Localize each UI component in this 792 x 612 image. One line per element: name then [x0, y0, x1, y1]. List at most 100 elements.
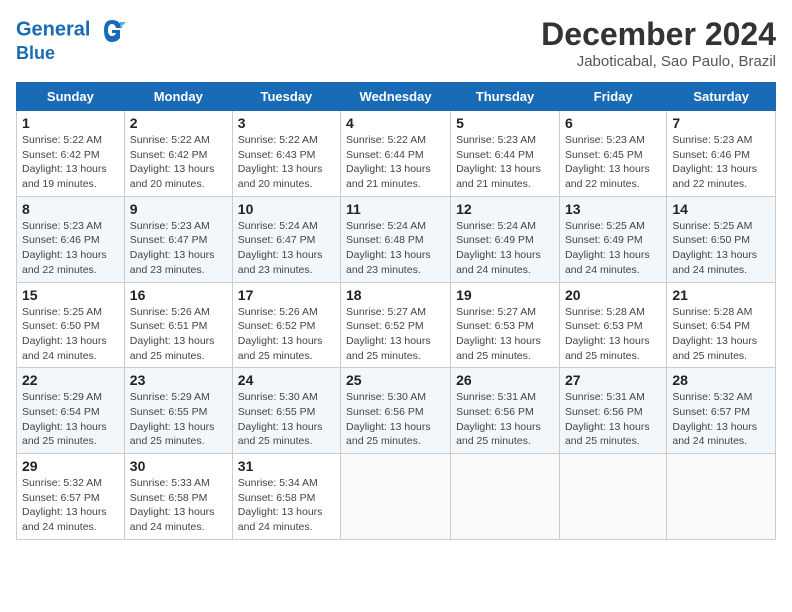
- calendar-table: SundayMondayTuesdayWednesdayThursdayFrid…: [16, 82, 776, 540]
- day-detail: Sunrise: 5:27 AM Sunset: 6:52 PM Dayligh…: [346, 305, 445, 364]
- calendar-cell: 14Sunrise: 5:25 AM Sunset: 6:50 PM Dayli…: [667, 196, 776, 282]
- day-detail: Sunrise: 5:34 AM Sunset: 6:58 PM Dayligh…: [238, 476, 335, 535]
- day-detail: Sunrise: 5:22 AM Sunset: 6:43 PM Dayligh…: [238, 133, 335, 192]
- day-detail: Sunrise: 5:25 AM Sunset: 6:49 PM Dayligh…: [565, 219, 661, 278]
- day-number: 26: [456, 372, 554, 388]
- logo-blue: Blue: [16, 43, 55, 63]
- calendar-cell: 11 Sunrise: 5:24 AM Sunset: 6:48 PM Dayli…: [341, 196, 451, 282]
- day-detail: Sunrise: 5:30 AM Sunset: 6:56 PM Dayligh…: [346, 390, 445, 449]
- calendar-header-row: SundayMondayTuesdayWednesdayThursdayFrid…: [17, 83, 776, 111]
- day-number: 6: [565, 115, 661, 131]
- day-detail: Sunrise: 5:23 AM Sunset: 6:44 PM Dayligh…: [456, 133, 554, 192]
- day-detail: Sunrise: 5:33 AM Sunset: 6:58 PM Dayligh…: [130, 476, 227, 535]
- page-header: General Blue December 2024 Jaboticabal, …: [16, 16, 776, 70]
- day-number: 13: [565, 201, 661, 217]
- day-number: 28: [672, 372, 770, 388]
- calendar-cell: 20 Sunrise: 5:28 AM Sunset: 6:53 PM Dayli…: [559, 282, 666, 368]
- logo-general: General: [16, 18, 90, 40]
- day-number: 27: [565, 372, 661, 388]
- calendar-cell: 8 Sunrise: 5:23 AM Sunset: 6:46 PM Daylig…: [17, 196, 125, 282]
- header-sunday: Sunday: [17, 83, 125, 111]
- day-detail: Sunrise: 5:32 AM Sunset: 6:57 PM Dayligh…: [22, 476, 119, 535]
- day-detail: Sunrise: 5:23 AM Sunset: 6:45 PM Dayligh…: [565, 133, 661, 192]
- calendar-cell: 18 Sunrise: 5:27 AM Sunset: 6:52 PM Dayli…: [341, 282, 451, 368]
- calendar-cell: 23 Sunrise: 5:29 AM Sunset: 6:55 PM Dayli…: [124, 368, 232, 454]
- day-detail: Sunrise: 5:27 AM Sunset: 6:53 PM Dayligh…: [456, 305, 554, 364]
- calendar-cell: 15 Sunrise: 5:25 AM Sunset: 6:50 PM Dayli…: [17, 282, 125, 368]
- day-detail: Sunrise: 5:28 AM Sunset: 6:54 PM Dayligh…: [672, 305, 770, 364]
- week-row-3: 15 Sunrise: 5:25 AM Sunset: 6:50 PM Dayli…: [17, 282, 776, 368]
- day-number: 24: [238, 372, 335, 388]
- day-number: 30: [130, 458, 227, 474]
- calendar-cell: 29 Sunrise: 5:32 AM Sunset: 6:57 PM Dayli…: [17, 454, 125, 540]
- calendar-cell: [559, 454, 666, 540]
- calendar-cell: 31 Sunrise: 5:34 AM Sunset: 6:58 PM Dayli…: [232, 454, 340, 540]
- calendar-cell: 12Sunrise: 5:24 AM Sunset: 6:49 PM Dayli…: [451, 196, 560, 282]
- calendar-cell: 9Sunrise: 5:23 AM Sunset: 6:47 PM Daylig…: [124, 196, 232, 282]
- calendar-cell: 5Sunrise: 5:23 AM Sunset: 6:44 PM Daylig…: [451, 111, 560, 197]
- day-detail: Sunrise: 5:24 AM Sunset: 6:48 PM Dayligh…: [346, 219, 445, 278]
- calendar-cell: 19 Sunrise: 5:27 AM Sunset: 6:53 PM Dayli…: [451, 282, 560, 368]
- day-number: 15: [22, 287, 119, 303]
- day-number: 31: [238, 458, 335, 474]
- day-number: 21: [672, 287, 770, 303]
- header-friday: Friday: [559, 83, 666, 111]
- day-number: 19: [456, 287, 554, 303]
- day-number: 9: [130, 201, 227, 217]
- day-number: 4: [346, 115, 445, 131]
- header-saturday: Saturday: [667, 83, 776, 111]
- calendar-title: December 2024: [541, 16, 776, 53]
- day-number: 20: [565, 287, 661, 303]
- day-detail: Sunrise: 5:32 AM Sunset: 6:57 PM Dayligh…: [672, 390, 770, 449]
- day-number: 17: [238, 287, 335, 303]
- week-row-4: 22Sunrise: 5:29 AM Sunset: 6:54 PM Dayli…: [17, 368, 776, 454]
- calendar-cell: 1 Sunrise: 5:22 AM Sunset: 6:42 PM Daylig…: [17, 111, 125, 197]
- calendar-cell: 21 Sunrise: 5:28 AM Sunset: 6:54 PM Dayli…: [667, 282, 776, 368]
- day-detail: Sunrise: 5:23 AM Sunset: 6:46 PM Dayligh…: [672, 133, 770, 192]
- calendar-cell: 24Sunrise: 5:30 AM Sunset: 6:55 PM Dayli…: [232, 368, 340, 454]
- day-number: 25: [346, 372, 445, 388]
- day-detail: Sunrise: 5:23 AM Sunset: 6:46 PM Dayligh…: [22, 219, 119, 278]
- day-detail: Sunrise: 5:29 AM Sunset: 6:55 PM Dayligh…: [130, 390, 227, 449]
- calendar-cell: [341, 454, 451, 540]
- day-detail: Sunrise: 5:28 AM Sunset: 6:53 PM Dayligh…: [565, 305, 661, 364]
- header-thursday: Thursday: [451, 83, 560, 111]
- day-number: 11: [346, 201, 445, 217]
- calendar-cell: [451, 454, 560, 540]
- day-number: 12: [456, 201, 554, 217]
- calendar-cell: 6 Sunrise: 5:23 AM Sunset: 6:45 PM Daylig…: [559, 111, 666, 197]
- day-detail: Sunrise: 5:29 AM Sunset: 6:54 PM Dayligh…: [22, 390, 119, 449]
- day-detail: Sunrise: 5:31 AM Sunset: 6:56 PM Dayligh…: [456, 390, 554, 449]
- day-detail: Sunrise: 5:25 AM Sunset: 6:50 PM Dayligh…: [672, 219, 770, 278]
- day-number: 1: [22, 115, 119, 131]
- day-number: 7: [672, 115, 770, 131]
- day-number: 23: [130, 372, 227, 388]
- logo-icon: [98, 16, 126, 44]
- calendar-cell: 3 Sunrise: 5:22 AM Sunset: 6:43 PM Daylig…: [232, 111, 340, 197]
- day-detail: Sunrise: 5:22 AM Sunset: 6:42 PM Dayligh…: [22, 133, 119, 192]
- day-detail: Sunrise: 5:24 AM Sunset: 6:47 PM Dayligh…: [238, 219, 335, 278]
- day-detail: Sunrise: 5:22 AM Sunset: 6:42 PM Dayligh…: [130, 133, 227, 192]
- day-number: 8: [22, 201, 119, 217]
- header-monday: Monday: [124, 83, 232, 111]
- calendar-cell: [667, 454, 776, 540]
- calendar-cell: 7 Sunrise: 5:23 AM Sunset: 6:46 PM Daylig…: [667, 111, 776, 197]
- header-wednesday: Wednesday: [341, 83, 451, 111]
- day-detail: Sunrise: 5:26 AM Sunset: 6:52 PM Dayligh…: [238, 305, 335, 364]
- day-number: 18: [346, 287, 445, 303]
- calendar-subtitle: Jaboticabal, Sao Paulo, Brazil: [541, 53, 776, 70]
- calendar-cell: 2Sunrise: 5:22 AM Sunset: 6:42 PM Daylig…: [124, 111, 232, 197]
- day-number: 3: [238, 115, 335, 131]
- calendar-cell: 4Sunrise: 5:22 AM Sunset: 6:44 PM Daylig…: [341, 111, 451, 197]
- day-number: 29: [22, 458, 119, 474]
- calendar-cell: 28 Sunrise: 5:32 AM Sunset: 6:57 PM Dayli…: [667, 368, 776, 454]
- week-row-2: 8 Sunrise: 5:23 AM Sunset: 6:46 PM Daylig…: [17, 196, 776, 282]
- calendar-cell: 30 Sunrise: 5:33 AM Sunset: 6:58 PM Dayli…: [124, 454, 232, 540]
- calendar-cell: 16Sunrise: 5:26 AM Sunset: 6:51 PM Dayli…: [124, 282, 232, 368]
- calendar-cell: 17 Sunrise: 5:26 AM Sunset: 6:52 PM Dayli…: [232, 282, 340, 368]
- day-detail: Sunrise: 5:25 AM Sunset: 6:50 PM Dayligh…: [22, 305, 119, 364]
- day-detail: Sunrise: 5:31 AM Sunset: 6:56 PM Dayligh…: [565, 390, 661, 449]
- logo: General Blue: [16, 16, 126, 64]
- calendar-cell: 22Sunrise: 5:29 AM Sunset: 6:54 PM Dayli…: [17, 368, 125, 454]
- week-row-1: 1 Sunrise: 5:22 AM Sunset: 6:42 PM Daylig…: [17, 111, 776, 197]
